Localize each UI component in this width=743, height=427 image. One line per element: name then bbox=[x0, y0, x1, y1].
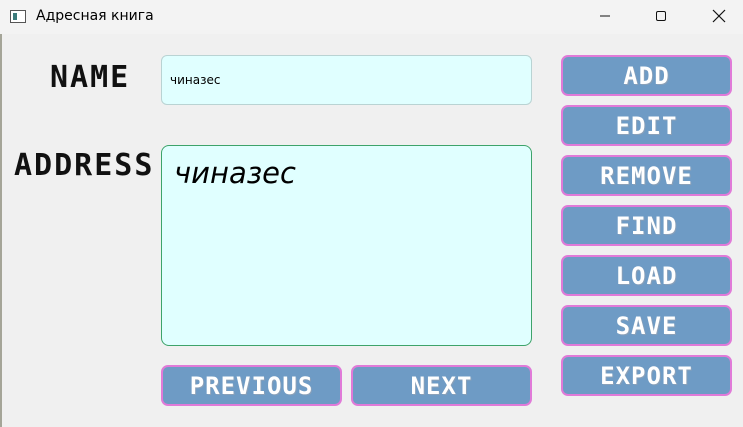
address-textarea[interactable]: чиназес bbox=[161, 145, 532, 346]
address-label: ADDRESS bbox=[14, 148, 155, 183]
save-button[interactable]: SAVE bbox=[561, 305, 732, 346]
previous-button[interactable]: PREVIOUS bbox=[161, 365, 342, 406]
name-label: NAME bbox=[50, 60, 131, 95]
name-input[interactable] bbox=[161, 55, 532, 105]
export-button[interactable]: EXPORT bbox=[561, 355, 732, 396]
window-edge bbox=[0, 34, 2, 427]
next-button[interactable]: NEXT bbox=[351, 365, 532, 406]
maximize-button[interactable] bbox=[638, 0, 684, 32]
edit-button[interactable]: EDIT bbox=[561, 105, 732, 146]
minimize-icon bbox=[600, 15, 610, 17]
close-button[interactable] bbox=[696, 0, 742, 32]
remove-button[interactable]: REMOVE bbox=[561, 155, 732, 196]
title-bar: Адресная книга bbox=[0, 0, 743, 34]
find-button[interactable]: FIND bbox=[561, 205, 732, 246]
add-button[interactable]: ADD bbox=[561, 55, 732, 96]
window-title: Адресная книга bbox=[36, 8, 154, 24]
minimize-button[interactable] bbox=[582, 0, 628, 32]
app-icon bbox=[10, 10, 26, 23]
close-icon bbox=[712, 9, 726, 23]
maximize-icon bbox=[656, 11, 666, 21]
load-button[interactable]: LOAD bbox=[561, 255, 732, 296]
